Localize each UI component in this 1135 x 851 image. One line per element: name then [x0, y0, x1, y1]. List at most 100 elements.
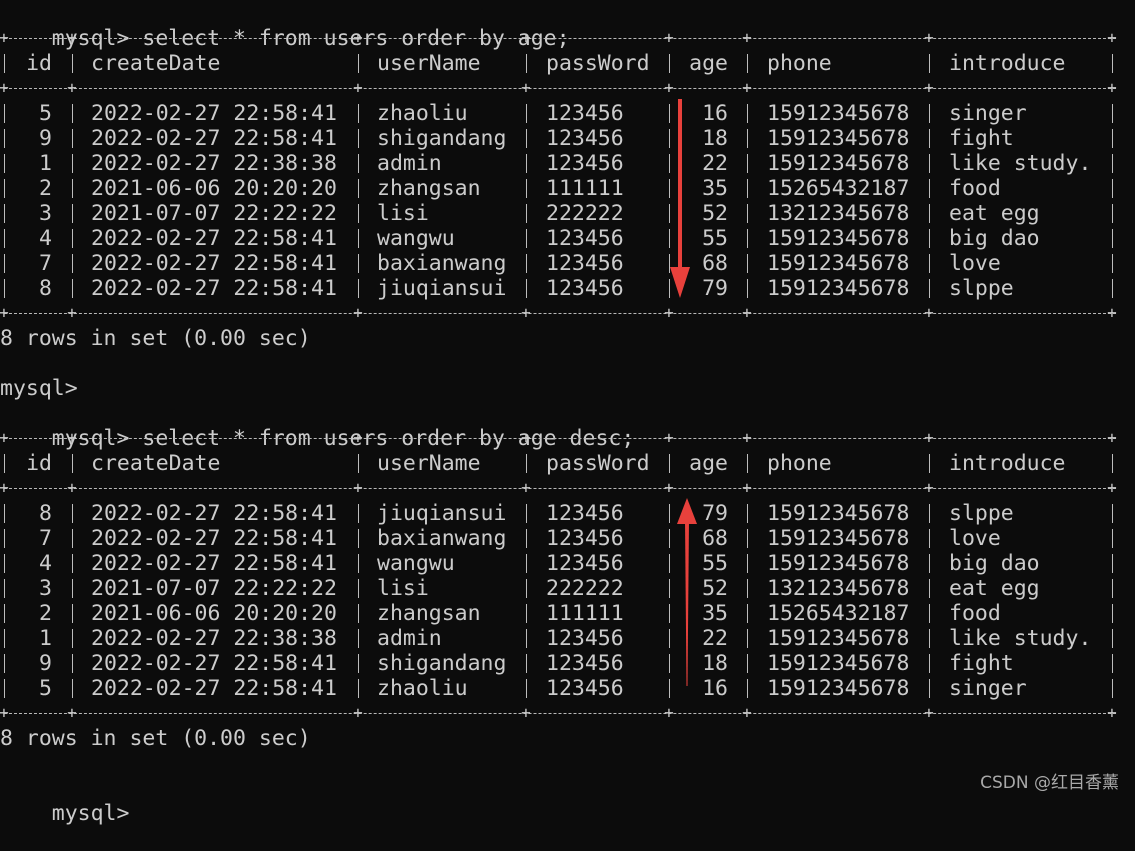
- column-header-password: passWord: [546, 451, 650, 476]
- cell-id: 5: [39, 676, 52, 701]
- cell-username: shigandang: [377, 126, 507, 151]
- cell-age: 18: [702, 126, 728, 151]
- cell-username: lisi: [377, 201, 429, 226]
- cell-createdate: 2022-02-27 22:58:41: [91, 676, 337, 701]
- cell-phone: 15912345678: [767, 276, 910, 301]
- cell-createdate: 2021-07-07 22:22:22: [91, 576, 337, 601]
- table-row: 9 2022-02-27 22:58:41 shigandang 123456 18 15…: [0, 651, 1120, 676]
- cell-introduce: eat egg: [949, 201, 1040, 226]
- cell-id: 9: [39, 126, 52, 151]
- column-header-introduce: introduce: [949, 451, 1066, 476]
- terminal-window[interactable]: mysql> select * from users order by age;…: [0, 0, 1135, 826]
- table-row: 5 2022-02-27 22:58:41 zhaoliu 123456 16 15912…: [0, 101, 1120, 126]
- cell-createdate: 2022-02-27 22:38:38: [91, 626, 337, 651]
- cell-password: 222222: [546, 576, 624, 601]
- cell-createdate: 2022-02-27 22:58:41: [91, 276, 337, 301]
- table-border-bottom: + + + + + + + +: [0, 703, 1117, 722]
- cell-createdate: 2021-06-06 20:20:20: [91, 601, 337, 626]
- cell-introduce: like study.: [949, 151, 1092, 176]
- cell-introduce: singer: [949, 101, 1027, 126]
- cell-phone: 15912345678: [767, 101, 910, 126]
- cell-phone: 15912345678: [767, 676, 910, 701]
- cell-phone: 15265432187: [767, 176, 910, 201]
- cell-username: lisi: [377, 576, 429, 601]
- table-row: 4 2022-02-27 22:58:41 wangwu 123456 55 159123…: [0, 551, 1120, 576]
- cell-phone: 15912345678: [767, 551, 910, 576]
- cell-createdate: 2022-02-27 22:58:41: [91, 226, 337, 251]
- cell-id: 2: [39, 601, 52, 626]
- column-header-createdate: createDate: [91, 451, 221, 476]
- cell-createdate: 2022-02-27 22:58:41: [91, 551, 337, 576]
- table-row: 7 2022-02-27 22:58:41 baxianwang 123456 68 15…: [0, 251, 1120, 276]
- cell-id: 1: [39, 626, 52, 651]
- table-header: id createDate userName passWord age phone intr…: [0, 51, 1120, 76]
- column-header-phone: phone: [767, 51, 832, 76]
- cell-username: zhangsan: [377, 601, 481, 626]
- table-row: 3 2021-07-07 22:22:22 lisi 222222 52 13212345…: [0, 576, 1120, 601]
- cell-introduce: fight: [949, 651, 1014, 676]
- cell-phone: 15912345678: [767, 226, 910, 251]
- cell-phone: 15912345678: [767, 501, 910, 526]
- cell-age: 16: [702, 101, 728, 126]
- cell-username: zhangsan: [377, 176, 481, 201]
- cell-id: 8: [39, 276, 52, 301]
- column-header-username: userName: [377, 51, 481, 76]
- cell-id: 4: [39, 551, 52, 576]
- cell-id: 5: [39, 101, 52, 126]
- cell-password: 123456: [546, 251, 624, 276]
- cell-password: 123456: [546, 651, 624, 676]
- cell-password: 123456: [546, 101, 624, 126]
- cell-id: 3: [39, 201, 52, 226]
- cell-introduce: food: [949, 601, 1001, 626]
- table-row: 2 2021-06-06 20:20:20 zhangsan 111111 35 1526…: [0, 601, 1120, 626]
- cell-introduce: big dao: [949, 226, 1040, 251]
- cell-createdate: 2021-07-07 22:22:22: [91, 201, 337, 226]
- cell-createdate: 2022-02-27 22:58:41: [91, 126, 337, 151]
- cell-introduce: big dao: [949, 551, 1040, 576]
- down-arrow-icon: [670, 99, 690, 298]
- cell-password: 123456: [546, 626, 624, 651]
- column-header-password: passWord: [546, 51, 650, 76]
- cell-createdate: 2022-02-27 22:58:41: [91, 101, 337, 126]
- input-prompt-line[interactable]: mysql>: [0, 776, 130, 826]
- cell-introduce: like study.: [949, 626, 1092, 651]
- column-header-phone: phone: [767, 451, 832, 476]
- cell-password: 123456: [546, 151, 624, 176]
- rows-summary: 8 rows in set (0.00 sec): [0, 726, 311, 751]
- cell-phone: 15912345678: [767, 151, 910, 176]
- rows-summary: 8 rows in set (0.00 sec): [0, 326, 311, 351]
- table-border-bottom: + + + + + + + +: [0, 303, 1117, 322]
- cell-password: 123456: [546, 526, 624, 551]
- cell-username: admin: [377, 626, 442, 651]
- table-row: 7 2022-02-27 22:58:41 baxianwang 123456 68 15…: [0, 526, 1120, 551]
- cell-password: 123456: [546, 551, 624, 576]
- table-row: 4 2022-02-27 22:58:41 wangwu 123456 55 159123…: [0, 226, 1120, 251]
- column-header-username: userName: [377, 451, 481, 476]
- table-row: 8 2022-02-27 22:58:41 jiuqiansui 123456 79 15…: [0, 276, 1120, 301]
- cell-introduce: slppe: [949, 276, 1014, 301]
- column-header-id: id: [26, 51, 52, 76]
- table-header: id createDate userName passWord age phone intr…: [0, 451, 1120, 476]
- cell-password: 111111: [546, 176, 624, 201]
- cell-introduce: love: [949, 251, 1001, 276]
- cell-createdate: 2022-02-27 22:58:41: [91, 501, 337, 526]
- cell-username: shigandang: [377, 651, 507, 676]
- cell-id: 8: [39, 501, 52, 526]
- cell-createdate: 2022-02-27 22:38:38: [91, 151, 337, 176]
- cell-age: 35: [702, 176, 728, 201]
- cell-phone: 13212345678: [767, 576, 910, 601]
- cell-introduce: singer: [949, 676, 1027, 701]
- cell-username: wangwu: [377, 226, 455, 251]
- cell-phone: 13212345678: [767, 201, 910, 226]
- table-border-header: + + + + + + + +: [0, 78, 1117, 97]
- cell-introduce: love: [949, 526, 1001, 551]
- cell-username: jiuqiansui: [377, 501, 507, 526]
- column-header-createdate: createDate: [91, 51, 221, 76]
- cell-phone: 15912345678: [767, 626, 910, 651]
- cell-username: admin: [377, 151, 442, 176]
- cell-createdate: 2022-02-27 22:58:41: [91, 526, 337, 551]
- cell-introduce: eat egg: [949, 576, 1040, 601]
- cell-id: 4: [39, 226, 52, 251]
- cell-phone: 15912345678: [767, 526, 910, 551]
- empty-prompt-line: mysql>: [0, 376, 78, 401]
